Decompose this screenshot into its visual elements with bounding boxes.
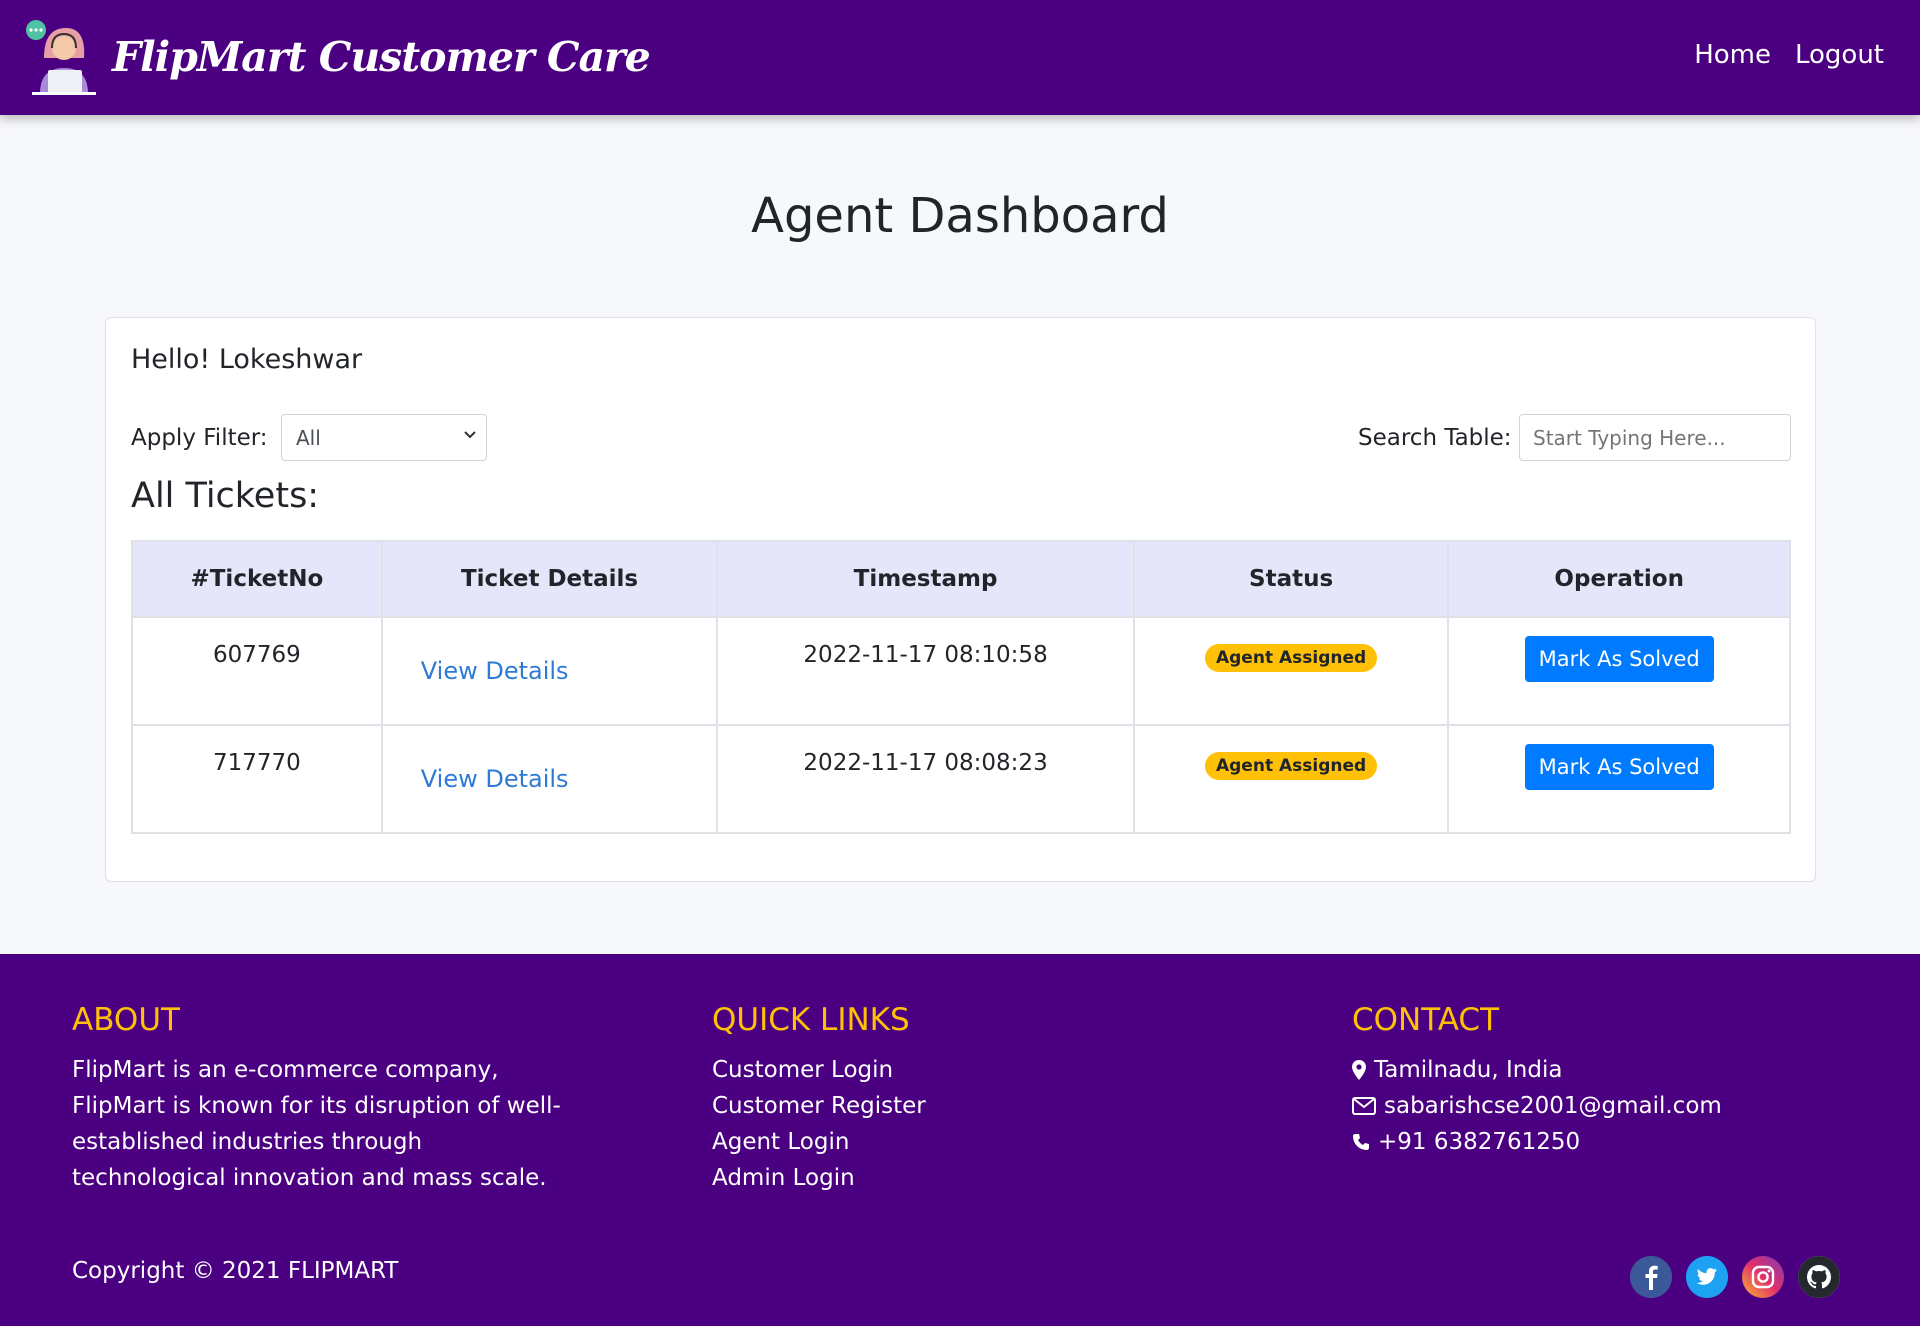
about-title: ABOUT — [72, 1002, 180, 1038]
agent-login-link[interactable]: Agent Login — [712, 1129, 849, 1155]
map-marker-icon — [1352, 1060, 1366, 1080]
customer-login-link[interactable]: Customer Login — [712, 1057, 893, 1083]
chevron-down-icon — [464, 431, 476, 439]
search-label: Search Table: — [1358, 425, 1512, 451]
ticket-no-cell: 607769 — [131, 616, 383, 726]
tickets-table: #TicketNo Ticket Details Timestamp Statu… — [131, 540, 1791, 834]
header-timestamp[interactable]: Timestamp — [716, 540, 1135, 618]
status-badge: Agent Assigned — [1204, 644, 1378, 672]
footer-quick-links: QUICK LINKS Customer Login Customer Regi… — [712, 1002, 1112, 1196]
filter-select[interactable]: All — [281, 414, 487, 461]
footer-contact: CONTACT Tamilnadu, India sabarishcse2001… — [1352, 1002, 1832, 1160]
header-ticket-no[interactable]: #TicketNo — [131, 540, 383, 618]
filter-label: Apply Filter: — [131, 425, 268, 451]
status-badge: Agent Assigned — [1204, 752, 1378, 780]
view-details-link[interactable]: View Details — [421, 765, 569, 793]
contact-phone: +91 6382761250 — [1352, 1124, 1832, 1160]
copyright: Copyright © 2021 FLIPMART — [72, 1258, 399, 1284]
envelope-icon — [1352, 1097, 1376, 1115]
status-cell: Agent Assigned — [1132, 724, 1450, 834]
contact-location: Tamilnadu, India — [1352, 1052, 1832, 1088]
ticket-details-cell: View Details — [380, 724, 719, 834]
greeting: Hello! Lokeshwar — [131, 344, 363, 375]
timestamp-cell: 2022-11-17 08:10:58 — [716, 616, 1135, 726]
nav-home-link[interactable]: Home — [1694, 40, 1771, 70]
ticket-details-cell: View Details — [380, 616, 719, 726]
location-text: Tamilnadu, India — [1374, 1057, 1563, 1083]
twitter-icon[interactable] — [1686, 1256, 1728, 1298]
header-status[interactable]: Status — [1132, 540, 1450, 618]
table-row: 607769 View Details 2022-11-17 08:10:58 … — [131, 616, 1791, 726]
nav-logout-link[interactable]: Logout — [1795, 40, 1884, 70]
operation-cell: Mark As Solved — [1447, 616, 1791, 726]
contact-title: CONTACT — [1352, 1002, 1500, 1038]
footer: ABOUT FlipMart is an e-commerce company,… — [0, 954, 1920, 1326]
nav-links: Home Logout — [1694, 40, 1884, 70]
github-icon[interactable] — [1798, 1256, 1840, 1298]
ticket-no-cell: 717770 — [131, 724, 383, 834]
operation-cell: Mark As Solved — [1447, 724, 1791, 834]
page-title: Agent Dashboard — [751, 188, 1169, 244]
about-text: FlipMart is an e-commerce company, FlipM… — [72, 1057, 561, 1191]
brand-name: FlipMart Customer Care — [112, 33, 651, 81]
customer-register-link[interactable]: Customer Register — [712, 1093, 926, 1119]
header-operation[interactable]: Operation — [1447, 540, 1791, 618]
phone-icon — [1353, 1134, 1369, 1150]
search-input[interactable] — [1519, 414, 1791, 461]
navbar: FlipMart Customer Care Home Logout — [0, 0, 1920, 115]
contact-email: sabarishcse2001@gmail.com — [1352, 1088, 1832, 1124]
mark-as-solved-button[interactable]: Mark As Solved — [1524, 744, 1714, 790]
mark-as-solved-button[interactable]: Mark As Solved — [1524, 636, 1714, 682]
header-ticket-details[interactable]: Ticket Details — [380, 540, 719, 618]
table-row: 717770 View Details 2022-11-17 08:08:23 … — [131, 724, 1791, 834]
admin-login-link[interactable]: Admin Login — [712, 1165, 855, 1191]
status-cell: Agent Assigned — [1132, 616, 1450, 726]
footer-about: ABOUT FlipMart is an e-commerce company,… — [72, 1002, 572, 1196]
timestamp-cell: 2022-11-17 08:08:23 — [716, 724, 1135, 834]
brand[interactable]: FlipMart Customer Care — [22, 18, 651, 96]
view-details-link[interactable]: View Details — [421, 657, 569, 685]
quick-links-title: QUICK LINKS — [712, 1002, 910, 1038]
instagram-icon[interactable] — [1742, 1256, 1784, 1298]
table-header-row: #TicketNo Ticket Details Timestamp Statu… — [131, 540, 1791, 618]
email-text: sabarishcse2001@gmail.com — [1384, 1093, 1722, 1119]
phone-text: +91 6382761250 — [1378, 1129, 1581, 1155]
filter-selected-value: All — [296, 426, 321, 450]
facebook-icon[interactable] — [1630, 1256, 1672, 1298]
agent-logo-icon — [22, 18, 100, 96]
dashboard-card: Hello! Lokeshwar Apply Filter: All Searc… — [105, 317, 1816, 882]
social-links — [1630, 1256, 1840, 1298]
tickets-heading: All Tickets: — [131, 476, 320, 516]
